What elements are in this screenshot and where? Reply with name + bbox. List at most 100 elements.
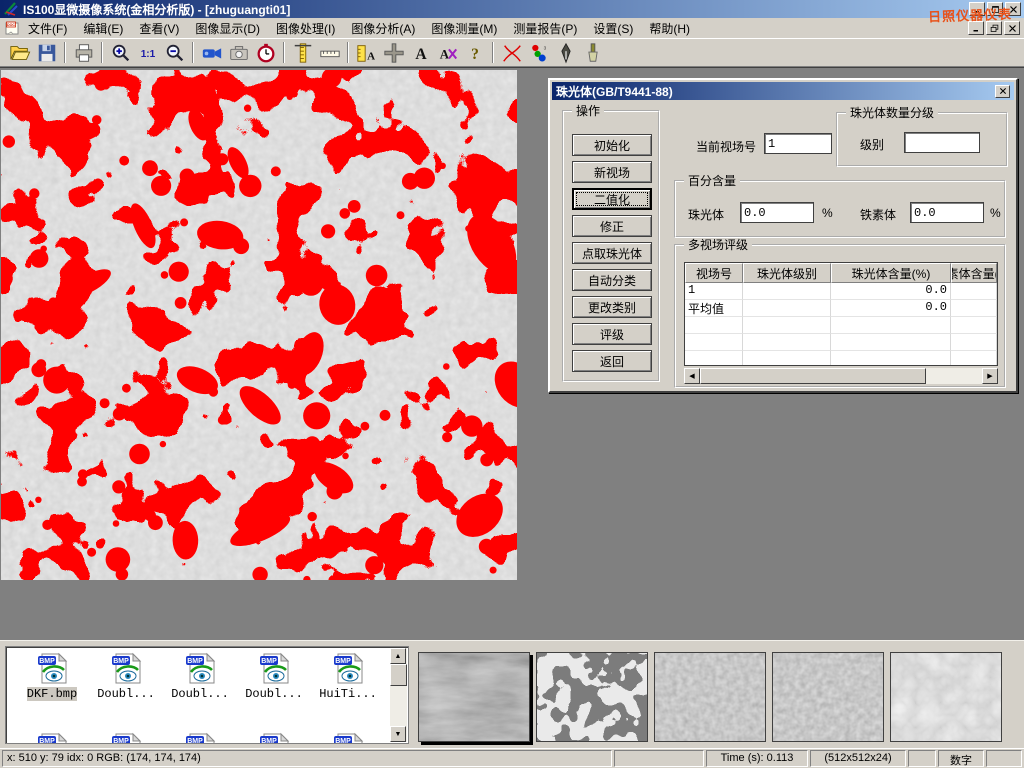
table-row[interactable]: 平均值 0.0 (685, 300, 997, 317)
operation-group-label: 操作 (572, 104, 604, 118)
mdi-close-button[interactable] (1004, 21, 1020, 35)
zoom-out-button[interactable] (161, 40, 188, 65)
table-header-grade[interactable]: 珠光体级别 (743, 263, 831, 283)
file-item-partial[interactable] (16, 731, 88, 744)
measure-label-button[interactable] (353, 40, 380, 65)
menu-item-edit[interactable]: 编辑(E) (75, 18, 131, 39)
thumbnail-light-wispy[interactable] (890, 652, 1002, 742)
file-item[interactable]: Doubl... (164, 651, 236, 701)
caliper-measure-button[interactable] (289, 40, 316, 65)
cell-ferrite (951, 300, 997, 317)
file-list-vscrollbar[interactable]: ▲ ▼ (390, 648, 407, 742)
file-name[interactable]: DKF.bmp (27, 687, 77, 701)
scroll-track[interactable] (926, 368, 982, 384)
return-button[interactable]: 返回 (572, 350, 652, 372)
menu-item-view[interactable]: 查看(V) (131, 18, 187, 39)
toolbar-separator (283, 42, 285, 63)
file-name[interactable]: Doubl... (171, 687, 229, 701)
scroll-right-arrow[interactable]: ▶ (982, 368, 998, 384)
menu-item-image-process[interactable]: 图像处理(I) (268, 18, 343, 39)
pick-pearlite-button[interactable]: 点取珠光体 (572, 242, 652, 264)
ferrite-label: 铁素体 (860, 206, 896, 223)
binarize-button[interactable]: 二值化 (572, 188, 652, 210)
change-class-button[interactable]: 更改类别 (572, 296, 652, 318)
menu-item-image-analysis[interactable]: 图像分析(A) (343, 18, 423, 39)
save-button[interactable] (33, 40, 60, 65)
open-button[interactable] (6, 40, 33, 65)
menu-item-file[interactable]: 文件(F) (20, 18, 75, 39)
menu-item-help[interactable]: 帮助(H) (641, 18, 698, 39)
scroll-thumb[interactable] (700, 368, 926, 384)
menu-item-image-measure[interactable]: 图像测量(M) (423, 18, 505, 39)
current-field-input[interactable] (764, 133, 832, 154)
file-item[interactable]: Doubl... (90, 651, 162, 701)
file-name[interactable]: HuiTi... (319, 687, 377, 701)
grade-input[interactable] (904, 132, 980, 153)
phase-mark-button[interactable] (525, 40, 552, 65)
add-text-button[interactable] (407, 40, 434, 65)
pan-button[interactable] (380, 40, 407, 65)
print-icon (73, 42, 95, 64)
file-item-partial[interactable] (312, 731, 384, 744)
zoom-in-button[interactable] (107, 40, 134, 65)
table-header-pearlite[interactable]: 珠光体含量(%) (831, 263, 951, 283)
multifield-group-label: 多视场评级 (684, 238, 752, 252)
status-panel (614, 750, 704, 767)
scroll-down-arrow[interactable]: ▼ (390, 726, 406, 742)
multifield-table[interactable]: 视场号 珠光体级别 珠光体含量(%) 铁素体含量(%) 1 0.0 平均值 (684, 262, 998, 366)
file-browser[interactable]: DKF.bmp Doubl... Doubl... Doubl... HuiTi… (5, 646, 409, 744)
file-item-partial[interactable] (238, 731, 310, 744)
file-name[interactable]: Doubl... (97, 687, 155, 701)
thumbnail-dark-textured[interactable] (418, 652, 530, 742)
file-name[interactable]: Doubl... (245, 687, 303, 701)
document-icon[interactable]: DOC (4, 20, 20, 36)
ruler-measure-button[interactable] (316, 40, 343, 65)
brush-button[interactable] (579, 40, 606, 65)
print-button[interactable] (70, 40, 97, 65)
ferrite-input[interactable] (910, 202, 984, 223)
file-item-partial[interactable] (164, 731, 236, 744)
calibration-curve-button[interactable] (498, 40, 525, 65)
bmp-file-icon (183, 651, 217, 685)
thumbnail-speckled-2[interactable] (772, 652, 884, 742)
image-canvas[interactable] (1, 70, 517, 580)
pen-annotate-button[interactable] (552, 40, 579, 65)
scroll-thumb[interactable] (390, 664, 407, 686)
file-item[interactable]: DKF.bmp (16, 651, 88, 701)
file-item[interactable]: HuiTi... (312, 651, 384, 701)
dialog-close-button[interactable] (995, 85, 1010, 98)
menu-item-image-display[interactable]: 图像显示(D) (187, 18, 268, 39)
scroll-track[interactable] (390, 686, 407, 726)
camera-capture-button[interactable] (225, 40, 252, 65)
video-capture-button[interactable] (198, 40, 225, 65)
current-field-label: 当前视场号 (696, 138, 756, 155)
thumbnail-speckled-1[interactable] (654, 652, 766, 742)
table-header-ferrite[interactable]: 铁素体含量(%) (951, 263, 997, 283)
file-item[interactable]: Doubl... (238, 651, 310, 701)
delete-text-button[interactable] (434, 40, 461, 65)
init-button[interactable]: 初始化 (572, 134, 652, 156)
new-field-button[interactable]: 新视场 (572, 161, 652, 183)
table-row[interactable]: 1 0.0 (685, 283, 997, 300)
file-item-partial[interactable] (90, 731, 162, 744)
correct-button[interactable]: 修正 (572, 215, 652, 237)
grade-button[interactable]: 评级 (572, 323, 652, 345)
menu-item-settings[interactable]: 设置(S) (585, 18, 641, 39)
pearlite-input[interactable] (740, 202, 814, 223)
table-hscrollbar[interactable]: ◀ ▶ (684, 368, 998, 384)
brush-icon (582, 42, 604, 64)
thumbnail-coarse-bw[interactable] (536, 652, 648, 742)
scroll-up-arrow[interactable]: ▲ (390, 648, 406, 664)
cell-field: 平均值 (685, 300, 743, 317)
table-header-field[interactable]: 视场号 (685, 263, 743, 283)
actual-size-button[interactable] (134, 40, 161, 65)
close-icon (1008, 24, 1017, 33)
menu-item-measure-report[interactable]: 测量报告(P) (505, 18, 585, 39)
minimize-icon (972, 24, 981, 33)
timer-button[interactable] (252, 40, 279, 65)
help-button[interactable] (461, 40, 488, 65)
scroll-left-arrow[interactable]: ◀ (684, 368, 700, 384)
auto-classify-button[interactable]: 自动分类 (572, 269, 652, 291)
dialog-title-bar[interactable]: 珠光体(GB/T9441-88) (552, 82, 1014, 100)
status-image-size-panel: (512x512x24) (810, 750, 906, 767)
